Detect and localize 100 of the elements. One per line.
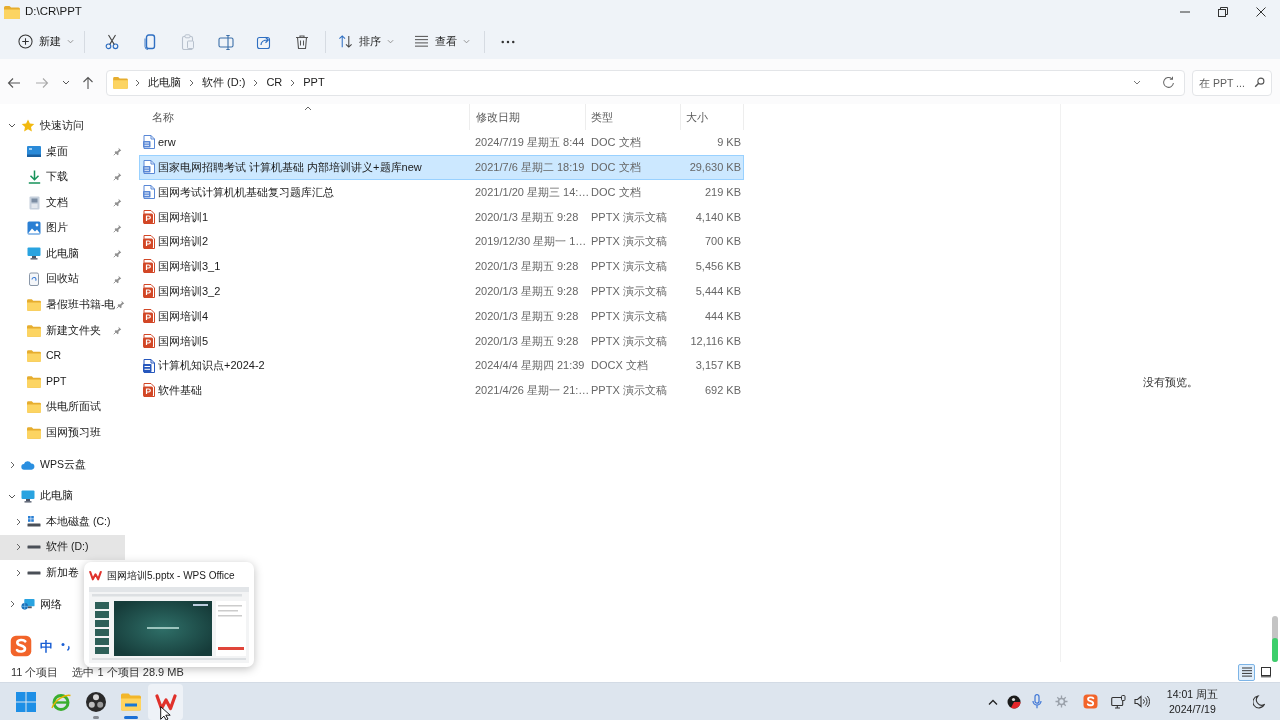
chevron-down-icon (62, 80, 70, 85)
file-name: 国网培训2 (158, 234, 210, 250)
monitor-icon (27, 247, 41, 261)
sidebar-item[interactable]: CR (0, 343, 125, 369)
input-mode-button[interactable]: 中 (40, 639, 53, 653)
rename-icon (218, 33, 234, 50)
sidebar-item[interactable]: WPS云盘 (0, 451, 125, 478)
breadcrumb-link[interactable]: 此电脑 (147, 74, 182, 91)
file-name: 国网培训5 (158, 333, 210, 349)
file-name: 国网培训4 (158, 308, 210, 324)
search-field[interactable]: 在 PPT ... (1192, 69, 1272, 96)
new-button[interactable]: 新建 (12, 27, 80, 56)
close-icon (1256, 7, 1266, 17)
file-type: DOC 文档 (590, 135, 642, 151)
refresh-icon (1161, 76, 1175, 89)
address-bar[interactable]: 此电脑 软件 (D:) CR PPT (106, 69, 1185, 96)
network-icon (21, 598, 35, 611)
file-size: 12,116 KB (689, 333, 741, 349)
presentation-file-icon (143, 383, 155, 398)
file-row[interactable]: 国网培训5 2020/1/3 星期五 9:28 PPTX 演示文稿 12,116 KB (139, 328, 744, 354)
folder-icon (27, 298, 41, 311)
search-icon[interactable] (1254, 76, 1265, 88)
sidebar-item[interactable]: 暑假班书籍-电 (0, 292, 125, 318)
monitor-icon (21, 489, 35, 503)
modified-date: 2020/1/3 星期五 9:28 (474, 209, 580, 225)
modified-date: 2020/1/3 星期五 9:28 (474, 259, 580, 275)
sort-button[interactable]: 排序 (332, 27, 400, 56)
file-row[interactable]: erw 2024/7/19 星期五 8:44 DOC 文档 9 KB (139, 130, 744, 155)
column-header[interactable]: 大小 (681, 104, 744, 130)
breadcrumb-link[interactable]: CR (265, 74, 284, 91)
file-name: 计算机知识点+2024-2 (158, 358, 266, 374)
sidebar-item[interactable]: 此电脑 (0, 240, 125, 267)
forward-arrow-icon (35, 76, 49, 89)
desktop-icon (27, 145, 41, 157)
document-icon (28, 195, 40, 210)
recycle-bin-icon (28, 272, 40, 287)
sidebar-item[interactable]: 桌面 (0, 138, 125, 165)
column-header[interactable]: 修改日期 (470, 104, 586, 130)
picture-icon (27, 221, 41, 236)
chevron-down-icon (1133, 80, 1141, 85)
sidebar-item[interactable]: 回收站 (0, 266, 125, 293)
chevron-right-icon (253, 78, 259, 87)
sidebar-item[interactable]: 软件 (D:) (0, 534, 125, 561)
clock-button[interactable]: 14:01 周五 2024/7/19 (1162, 687, 1222, 716)
view-button[interactable]: 查看 (408, 27, 476, 56)
breadcrumb-link[interactable]: PPT (302, 74, 326, 91)
document-file-icon (143, 160, 155, 175)
sidebar-item[interactable]: 快速访问 (0, 113, 125, 139)
presentation-file-icon (143, 209, 155, 224)
sidebar-item[interactable]: 本地磁盘 (C:) (0, 508, 125, 535)
file-size: 444 KB (703, 308, 741, 324)
sidebar-item[interactable]: 此电脑 (0, 483, 125, 509)
chevron-down-icon (67, 39, 74, 44)
file-type: DOCX 文档 (590, 358, 649, 374)
file-row[interactable]: 国家电网招聘考试 计算机基础 内部培训讲义+题库new 2021/7/6 星期二 18:19 DOC 文档 29,630 KB (139, 154, 744, 180)
star-icon (21, 118, 35, 133)
file-row[interactable]: 软件基础 2021/4/26 星期一 21:…PPTX 演示文稿 692 KB (139, 377, 744, 403)
file-row[interactable]: 国网培训2 2019/12/30 星期一 1… PPTX 演示文稿 700 KB (139, 229, 744, 254)
column-header[interactable]: 类型 (586, 104, 681, 130)
folder-icon (4, 5, 20, 19)
file-type: PPTX 演示文稿 (590, 259, 668, 275)
sidebar-item[interactable]: 网络 (0, 591, 125, 618)
sidebar-item[interactable]: 下载 (0, 164, 125, 190)
sidebar-item[interactable]: PPT (0, 368, 125, 395)
file-row[interactable]: 国网培训4 2020/1/3 星期五 9:28 PPTX 演示文稿 444 KB (139, 303, 744, 329)
punctuation-icon[interactable] (61, 641, 71, 651)
scissors-icon (104, 33, 120, 50)
sidebar-item[interactable]: 图片 (0, 215, 125, 241)
chevron-up-icon (987, 698, 998, 705)
moon-icon (1253, 694, 1265, 709)
file-row[interactable]: 计算机知识点+2024-2 2024/4/4 星期四 21:39 DOCX 文档 3,157 KB (139, 353, 744, 378)
chevron-down-icon (463, 39, 470, 44)
drive-icon (27, 570, 41, 575)
file-size: 700 KB (703, 234, 741, 250)
column-header[interactable]: 名称 (139, 104, 470, 130)
monitor-icon (1111, 694, 1127, 709)
file-row[interactable]: 国网培训3_2 2020/1/3 星期五 9:28 PPTX 演示文稿 5,444 KB (139, 278, 744, 304)
folder-icon (27, 375, 41, 388)
modified-date: 2021/7/6 星期二 18:19 (474, 159, 586, 175)
back-arrow-icon (7, 76, 21, 89)
sidebar-item[interactable]: 供电所面试 (0, 394, 125, 421)
breadcrumb-link[interactable]: 软件 (D:) (201, 74, 247, 91)
folder-icon (113, 76, 128, 89)
copy-icon (142, 33, 158, 50)
document-file-icon (143, 135, 155, 150)
file-row[interactable]: 国网培训3_1 2020/1/3 星期五 9:28 PPTX 演示文稿 5,456 KB (139, 254, 744, 279)
chevron-right-icon (135, 78, 140, 87)
sidebar-item[interactable]: 文档 (0, 189, 125, 216)
file-type: DOC 文档 (590, 184, 642, 200)
file-size: 3,157 KB (694, 358, 741, 374)
sidebar-item[interactable]: 新建文件夹 (0, 317, 125, 344)
sidebar-item[interactable]: 国网预习班 (0, 420, 125, 446)
details-view-button[interactable] (1238, 663, 1255, 681)
list-view-icon (1240, 666, 1253, 678)
trash-icon (294, 33, 310, 50)
folder-icon (27, 350, 41, 363)
file-size: 29,630 KB (688, 159, 741, 175)
item-count: 11 个项目 (11, 664, 59, 680)
file-row[interactable]: 国网考试计算机机基础复习题库汇总 2021/1/20 星期三 14:…DOC 文档 219 KB (139, 179, 744, 205)
file-row[interactable]: 国网培训1 2020/1/3 星期五 9:28 PPTX 演示文稿 4,140 KB (139, 204, 744, 230)
